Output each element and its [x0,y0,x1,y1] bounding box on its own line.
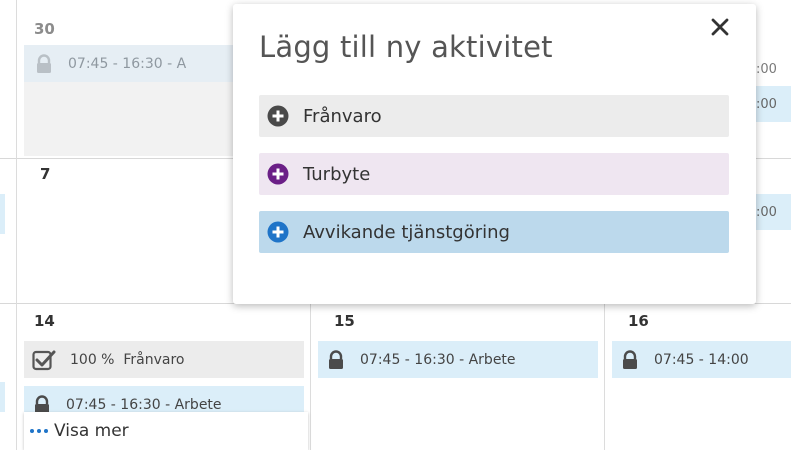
day-number: 30 [34,20,55,38]
clipped-event-time: :00 [756,97,777,112]
option-label: Frånvaro [303,105,382,127]
column-divider [16,0,17,450]
checkbox-checked-icon [32,349,56,371]
add-activity-dialog: Lägg till ny aktivitet Frånvaro Turbyte … [233,4,756,304]
work-event[interactable]: 07:45 - 16:30 - A [24,45,234,82]
work-event[interactable]: 07:45 - 16:30 - Arbete [318,341,598,378]
clipped-event-time: :00 [756,62,777,77]
dialog-title: Lägg till ny aktivitet [259,30,553,64]
event-text: 07:45 - 16:30 - Arbete [66,396,222,413]
event-text: 07:45 - 16:30 - A [68,55,187,72]
day-number: 15 [334,312,355,330]
plus-circle-icon [267,221,289,243]
option-turbyte[interactable]: Turbyte [259,153,729,195]
option-avvikande-tjanstgoring[interactable]: Avvikande tjänstgöring [259,211,729,253]
clipped-event-time: :00 [756,205,777,220]
column-divider [310,304,311,450]
day-number: 16 [628,312,649,330]
option-franvaro[interactable]: Frånvaro [259,95,729,137]
close-icon[interactable] [707,14,733,40]
event-text: 07:45 - 14:00 [654,351,749,368]
clipped-event [0,194,5,234]
more-dots-icon [30,429,48,433]
option-label: Avvikande tjänstgöring [303,221,510,243]
column-divider [604,304,605,450]
clipped-event [0,382,5,412]
absence-event[interactable]: 100 % Frånvaro [24,341,304,378]
lock-icon [34,53,54,74]
day-number: 7 [40,165,51,183]
plus-circle-icon [267,163,289,185]
plus-circle-icon [267,105,289,127]
option-label: Turbyte [303,163,371,185]
day-number: 14 [34,312,55,330]
lock-icon [620,349,640,370]
event-text: 07:45 - 16:30 - Arbete [360,351,516,368]
lock-icon [326,349,346,370]
day-cell-shade [24,82,234,156]
show-more-label: Visa mer [54,421,129,441]
event-text: 100 % Frånvaro [70,351,185,368]
show-more-button[interactable]: Visa mer [24,412,308,450]
work-event[interactable]: 07:45 - 14:00 [612,341,791,378]
